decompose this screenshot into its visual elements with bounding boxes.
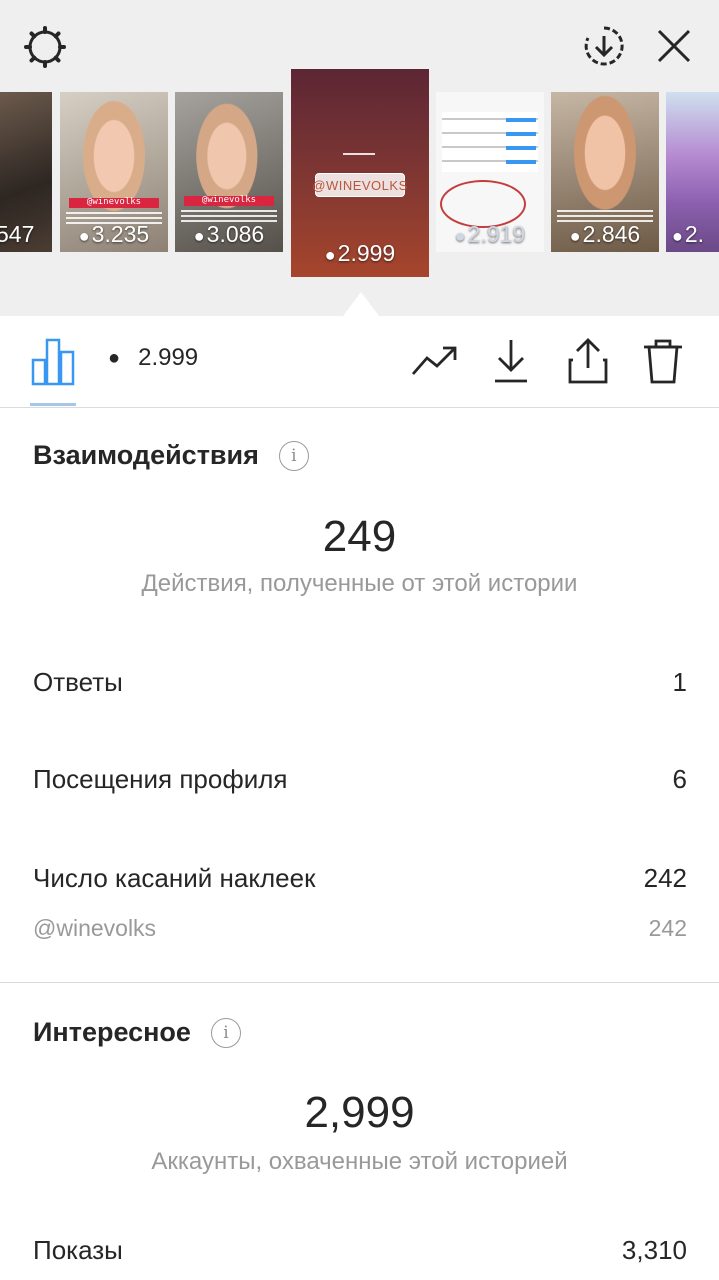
bar-chart-icon (31, 338, 75, 386)
save-story-button[interactable] (580, 22, 628, 70)
trending-icon (411, 346, 457, 375)
eye-icon: ● (108, 346, 121, 369)
settings-button[interactable] (20, 22, 70, 72)
story-thumbnail[interactable]: 547 (0, 92, 52, 252)
info-icon[interactable]: i (210, 1017, 241, 1048)
story-thumbnail-selected[interactable]: @WINEVOLKS ●2.999 (291, 69, 429, 277)
discovery-subtitle: Аккаунты, охваченные этой историей (151, 1148, 568, 1175)
story-views: ●2. (672, 221, 705, 247)
mention-sticker: @WINEVOLKS (312, 173, 407, 197)
eye-icon: ● (324, 245, 336, 265)
interactions-total: 249 (322, 512, 397, 561)
viewers-count[interactable]: ● 2.999 (108, 344, 198, 372)
selected-pointer (343, 292, 379, 316)
metric-value: 3,310 (621, 1235, 687, 1265)
eye-icon: ● (454, 226, 466, 246)
story-insights-screen: 547 @winevolks ●3.235 @winevolks ●3.086 (0, 0, 719, 1280)
share-icon (568, 338, 608, 384)
insights-tab[interactable] (30, 336, 76, 386)
discovery-header: Интересное i (33, 1017, 241, 1048)
story-views: ●2.919 (454, 221, 526, 247)
download-button[interactable] (486, 336, 536, 386)
metric-label: Посещения профиля (33, 764, 288, 794)
metric-label: Ответы (33, 667, 123, 697)
story-thumbnail[interactable]: ●2.846 (551, 92, 659, 252)
metric-value: 6 (672, 764, 687, 794)
metric-value: 1 (672, 667, 687, 697)
story-header: 547 @winevolks ●3.235 @winevolks ●3.086 (0, 0, 719, 316)
interactions-header: Взаимодействия i (33, 440, 309, 471)
share-button[interactable] (563, 336, 613, 386)
download-circle-icon (584, 26, 624, 66)
metric-row-sticker-taps: Число касаний наклеек 242 (33, 863, 687, 894)
story-views: ●2.999 (324, 240, 396, 266)
story-thumbnail[interactable]: @winevolks ●3.235 (60, 92, 168, 252)
story-thumbnail[interactable]: @winevolks ●3.086 (175, 92, 283, 252)
eye-icon: ● (569, 226, 581, 246)
metric-label: Показы (33, 1235, 123, 1265)
delete-button[interactable] (638, 336, 688, 386)
story-thumbnails: 547 @winevolks ●3.235 @winevolks ●3.086 (0, 69, 719, 277)
story-thumbnail[interactable]: ●2.919 (436, 92, 544, 252)
eye-icon: ● (78, 226, 90, 246)
story-views: ●3.086 (193, 221, 265, 247)
story-views: ●2.846 (569, 221, 641, 247)
gear-icon (24, 26, 66, 68)
story-thumbnail[interactable]: ●2. (666, 92, 719, 252)
metric-row-sticker-mention[interactable]: @winevolks 242 (33, 915, 687, 942)
insights-toolbar: ● 2.999 (0, 316, 719, 408)
story-views: ●3.235 (78, 221, 150, 247)
interactions-subtitle: Действия, полученные от этой истории (141, 570, 578, 597)
metric-value: 242 (643, 863, 687, 893)
discovery-total: 2,999 (304, 1088, 415, 1137)
metric-label: @winevolks (33, 915, 157, 941)
promote-button[interactable] (410, 336, 460, 386)
eye-icon: ● (672, 226, 683, 246)
story-caption: @winevolks (86, 197, 142, 207)
section-title: Взаимодействия (33, 440, 259, 470)
metric-label: Число касаний наклеек (33, 863, 316, 893)
close-button[interactable] (650, 22, 698, 70)
download-icon (495, 340, 527, 383)
close-icon (657, 29, 691, 63)
metric-row-profile-visits: Посещения профиля 6 (33, 764, 687, 795)
metric-value: 242 (648, 915, 687, 941)
info-icon[interactable]: i (278, 440, 309, 471)
section-title: Интересное (33, 1017, 191, 1047)
metric-row-impressions: Показы 3,310 (33, 1235, 687, 1266)
metric-row-replies: Ответы 1 (33, 667, 687, 698)
trash-icon (644, 339, 682, 384)
eye-icon: ● (193, 226, 205, 246)
story-caption: @winevolks (201, 195, 257, 205)
section-divider (0, 982, 719, 983)
active-tab-indicator (30, 403, 76, 406)
story-views: 547 (0, 221, 35, 247)
